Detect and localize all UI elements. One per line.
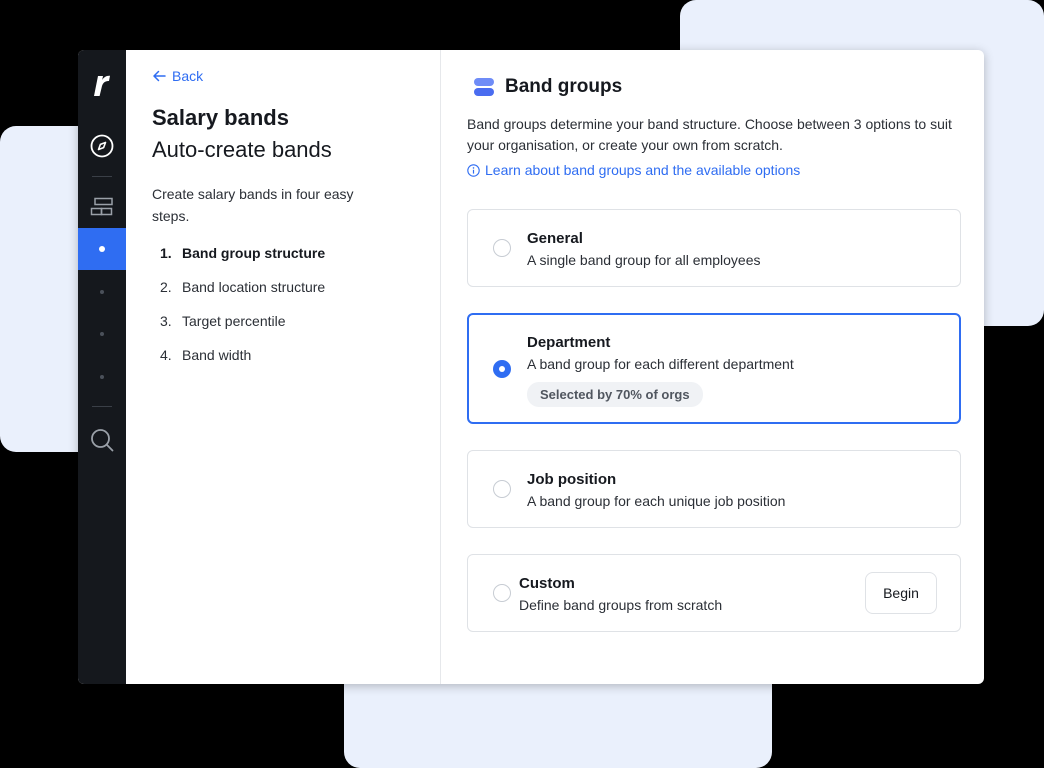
- option-card-department[interactable]: Department A band group for each differe…: [467, 313, 961, 424]
- step-number: 4.: [160, 347, 172, 363]
- back-link[interactable]: Back: [152, 68, 203, 84]
- option-subtitle: A band group for each different departme…: [527, 356, 794, 372]
- rail-divider: [92, 406, 112, 407]
- intro-text: Create salary bands in four easy steps.: [152, 186, 354, 224]
- step-dot: [100, 332, 104, 336]
- step-item-band-width[interactable]: 4. Band width: [152, 347, 414, 381]
- option-title: General: [527, 230, 583, 247]
- nav-step-2[interactable]: [78, 286, 126, 298]
- step-dot: [100, 290, 104, 294]
- step-dot: [100, 375, 104, 379]
- popularity-badge: Selected by 70% of orgs: [527, 382, 703, 407]
- option-title: Department: [527, 334, 611, 351]
- nav-search[interactable]: [78, 424, 126, 456]
- search-icon: [91, 429, 114, 452]
- step-label: Band width: [182, 347, 252, 363]
- step-number: 3.: [160, 313, 172, 329]
- step-dot-active: [99, 246, 105, 252]
- begin-button[interactable]: Begin: [865, 572, 937, 614]
- option-subtitle: A single band group for all employees: [527, 252, 761, 268]
- step-item-band-location-structure[interactable]: 2. Band location structure: [152, 279, 414, 313]
- nav-explore[interactable]: [78, 130, 126, 162]
- info-icon: [467, 163, 480, 177]
- nav-step-3[interactable]: [78, 328, 126, 340]
- option-subtitle: Define band groups from scratch: [519, 597, 723, 613]
- arrow-left-icon: [153, 70, 166, 82]
- step-item-target-percentile[interactable]: 3. Target percentile: [152, 313, 414, 347]
- logo-icon: [94, 75, 110, 96]
- step-number: 1.: [160, 245, 172, 261]
- band-groups-panel: Band groups Band groups determine your b…: [441, 50, 984, 684]
- page-title: Salary bands: [152, 105, 289, 130]
- step-label: Band group structure: [182, 245, 326, 261]
- back-label: Back: [172, 68, 204, 84]
- learn-more-link[interactable]: Learn about band groups and the availabl…: [467, 162, 800, 178]
- nav-step-current[interactable]: [78, 228, 126, 270]
- step-number: 2.: [160, 279, 172, 295]
- app-window: Back Salary bands Auto-create bands Crea…: [78, 50, 984, 684]
- step-list: 1. Band group structure 2. Band location…: [152, 245, 414, 381]
- section-description: Band groups determine your band structur…: [467, 116, 952, 153]
- learn-more-label: Learn about band groups and the availabl…: [485, 162, 801, 178]
- option-card-custom[interactable]: Custom Define band groups from scratch B…: [467, 554, 961, 632]
- section-title: Band groups: [505, 76, 623, 97]
- icon-rail: [78, 50, 126, 684]
- radio-department[interactable]: [493, 360, 511, 378]
- option-card-job-position[interactable]: Job position A band group for each uniqu…: [467, 450, 961, 528]
- step-label: Target percentile: [182, 313, 286, 329]
- radio-custom[interactable]: [493, 584, 511, 602]
- bands-icon: [90, 197, 113, 216]
- band-groups-icon: [474, 78, 494, 96]
- rail-divider: [92, 176, 112, 177]
- step-label: Band location structure: [182, 279, 326, 295]
- option-subtitle: A band group for each unique job positio…: [527, 493, 786, 509]
- section-header: Band groups: [473, 76, 967, 98]
- compass-icon: [90, 134, 114, 158]
- page-subtitle: Auto-create bands: [152, 137, 332, 162]
- option-card-general[interactable]: General A single band group for all empl…: [467, 209, 961, 287]
- radio-general[interactable]: [493, 239, 511, 257]
- option-title: Job position: [527, 471, 617, 488]
- step-item-band-group-structure[interactable]: 1. Band group structure: [152, 245, 414, 279]
- radio-job-position[interactable]: [493, 480, 511, 498]
- steps-panel: Back Salary bands Auto-create bands Crea…: [126, 50, 441, 684]
- nav-bands[interactable]: [78, 191, 126, 223]
- option-title: Custom: [519, 575, 575, 592]
- nav-step-4[interactable]: [78, 371, 126, 383]
